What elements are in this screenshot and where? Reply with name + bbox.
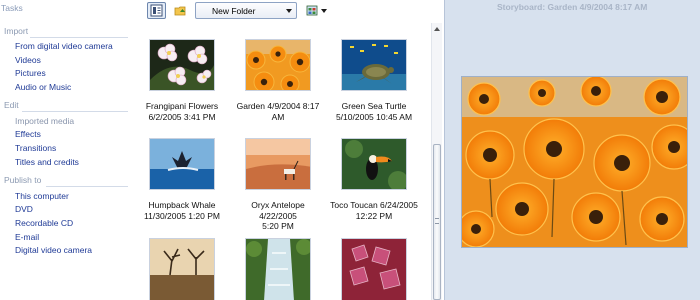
task-effects[interactable]: Effects [15,129,41,139]
media-item-waterfall[interactable] [245,238,311,300]
media-caption: Garden 4/9/2004 8:17 AM [232,101,324,122]
folder-select[interactable]: New Folder [195,2,297,19]
media-caption-title: Garden 4/9/2004 8:17 [236,101,320,111]
media-caption-date: 6/2/2005 3:41 PM [148,111,216,122]
view-type-button[interactable] [305,2,327,19]
media-caption-date: 5:20 PM [262,221,294,231]
media-caption-title: Frangipani Flowers [145,101,219,111]
media-caption-title: Green Sea Turtle [341,101,407,111]
media-item-humpback-whale[interactable] [149,138,215,190]
frangipani-flowers-thumbnail [150,40,214,90]
task-audio-or-music[interactable]: Audio or Music [15,82,71,92]
folder-up-icon [174,6,186,16]
publish-divider [46,186,128,187]
tasks-pane-title: Tasks [1,3,23,13]
preview-title: Storyboard: Garden 4/9/2004 8:17 AM [497,2,648,12]
garden-thumbnail [246,40,310,90]
tasks-pane: Tasks Import From digital video camera V… [0,0,135,300]
waterfall-thumbnail [246,239,310,300]
task-this-computer[interactable]: This computer [15,191,69,201]
media-caption-title: Toco Toucan 6/24/2005 [330,200,418,210]
task-from-digital-video-camera[interactable]: From digital video camera [15,41,113,51]
media-item-green-sea-turtle[interactable] [341,39,407,91]
media-caption-title: Humpback Whale [148,200,216,210]
chevron-down-icon [286,9,292,13]
task-recordable-cd[interactable]: Recordable CD [15,218,73,228]
media-content-pane: New Folder Frangipani Flowers 6/2/2005 3… [135,0,444,300]
task-titles-and-credits[interactable]: Titles and credits [15,157,79,167]
toco-toucan-thumbnail [342,139,406,189]
folder-select-label: New Folder [212,6,256,16]
green-sea-turtle-thumbnail [342,40,406,90]
preview-image [461,76,688,248]
tree-thumbnail [150,239,214,300]
task-videos[interactable]: Videos [15,55,41,65]
media-caption-date: 12:22 PM [355,210,393,221]
chevron-down-icon [321,9,327,13]
scroll-up-arrow-icon[interactable] [434,27,440,31]
view-mode-icon [150,4,163,17]
edit-heading: Edit [4,100,19,110]
preview-pane: Storyboard: Garden 4/9/2004 8:17 AM [444,0,700,300]
media-item-toco-toucan[interactable] [341,138,407,190]
media-caption: Toco Toucan 6/24/2005 12:22 PM [328,200,420,221]
humpback-whale-thumbnail [150,139,214,189]
oryx-antelope-thumbnail [246,139,310,189]
autumn-leaves-thumbnail [342,239,406,300]
vertical-scrollbar[interactable] [431,23,442,300]
view-mode-button[interactable] [147,2,166,19]
task-digital-video-camera[interactable]: Digital video camera [15,245,92,255]
media-caption-date: 5/10/2005 10:45 AM [335,111,413,122]
task-imported-media[interactable]: Imported media [15,116,74,126]
media-item-oryx-antelope[interactable] [245,138,311,190]
media-caption: Frangipani Flowers 6/2/2005 3:41 PM [136,101,228,122]
media-item-frangipani-flowers[interactable] [149,39,215,91]
media-caption: Humpback Whale 11/30/2005 1:20 PM [136,200,228,221]
media-item-autumn-leaves[interactable] [341,238,407,300]
task-e-mail[interactable]: E-mail [15,232,39,242]
import-heading: Import [4,26,29,36]
media-item-tree[interactable] [149,238,215,300]
task-dvd[interactable]: DVD [15,204,33,214]
media-caption-title: Oryx Antelope 4/22/2005 [251,200,305,221]
scrollbar-grip-icon [435,218,439,224]
media-caption-date: 11/30/2005 1:20 PM [144,210,220,221]
view-type-icon [306,5,318,16]
folder-up-button[interactable] [172,2,187,19]
media-caption-date: AM [271,111,285,122]
task-transitions[interactable]: Transitions [15,143,56,153]
scrollbar-thumb[interactable] [433,144,441,300]
edit-divider [22,111,128,112]
task-pictures[interactable]: Pictures [15,68,46,78]
media-item-garden[interactable] [245,39,311,91]
media-caption: Oryx Antelope 4/22/2005 5:20 PM [232,200,324,232]
import-divider [30,37,128,38]
publish-heading: Publish to [4,175,42,185]
media-caption: Green Sea Turtle 5/10/2005 10:45 AM [328,101,420,122]
garden-preview-image [462,77,687,247]
